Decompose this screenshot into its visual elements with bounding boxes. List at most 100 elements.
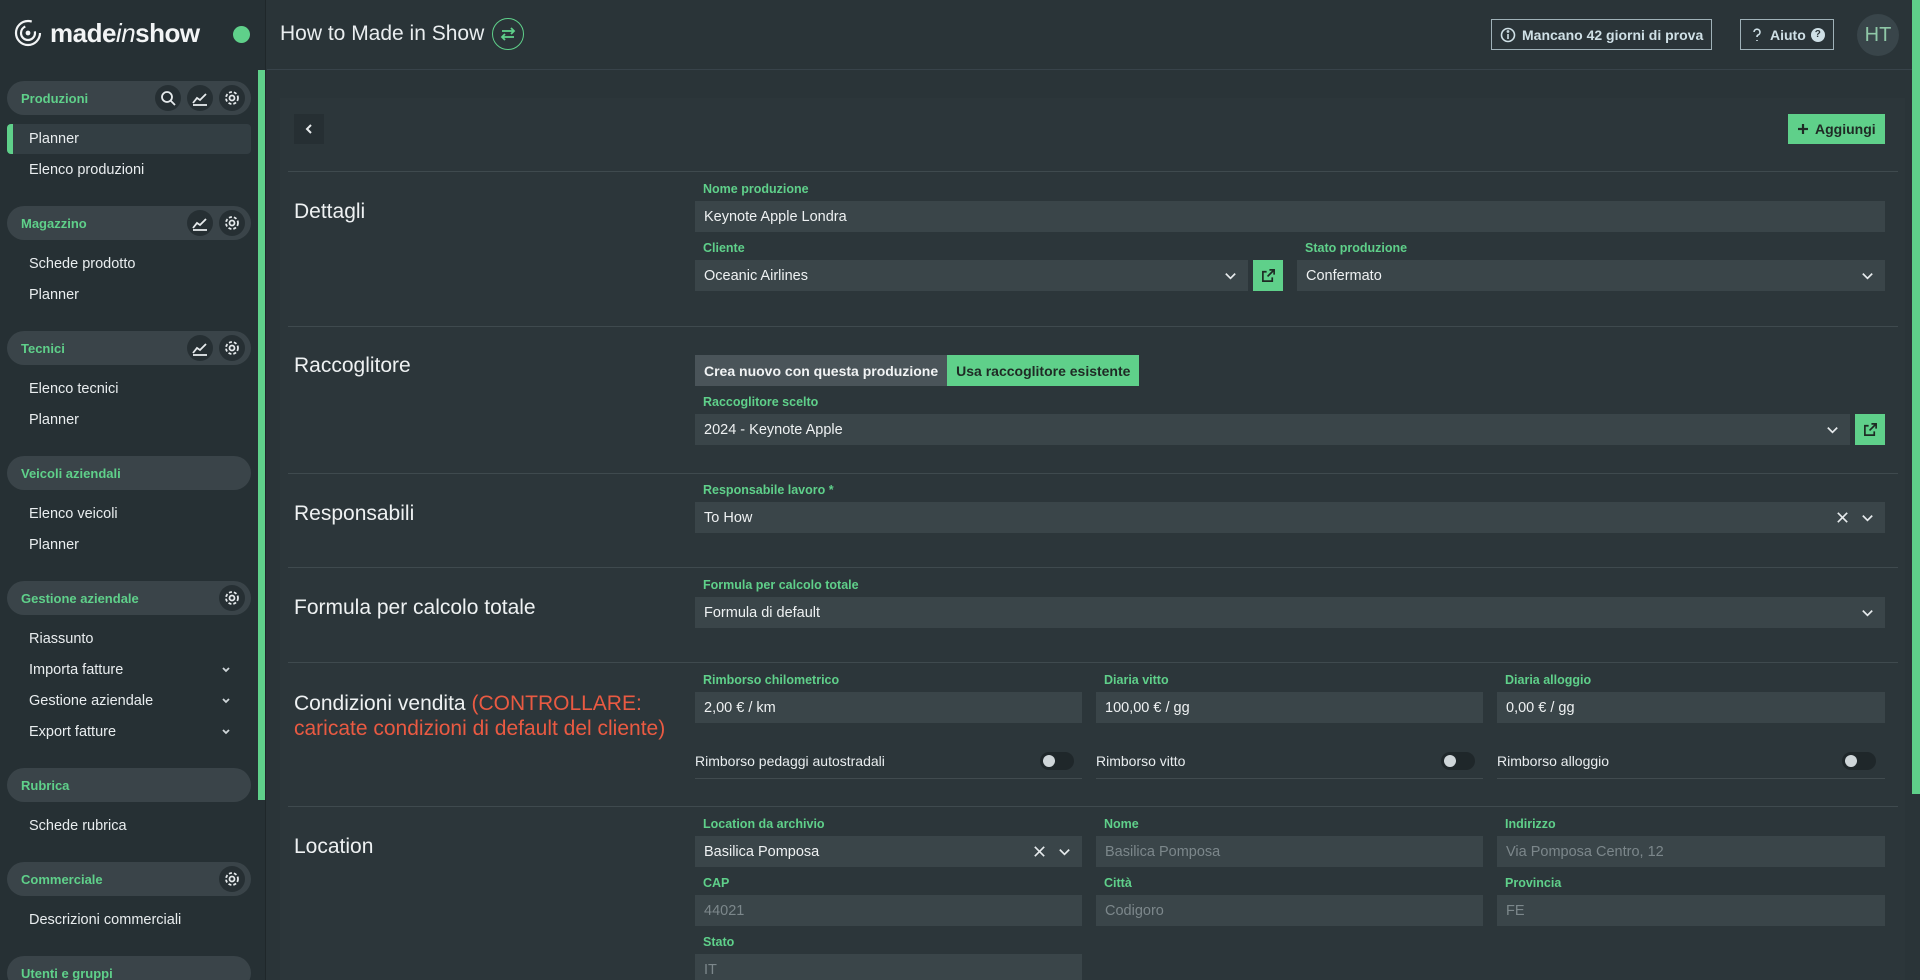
location-indirizzo-input[interactable]: Via Pomposa Centro, 12	[1497, 836, 1885, 867]
sidebar-item-planner[interactable]: Planner	[7, 124, 251, 154]
location-nome-input[interactable]: Basilica Pomposa	[1096, 836, 1483, 867]
gear-icon[interactable]	[219, 335, 245, 361]
location-archivio-label: Location da archivio	[703, 817, 825, 831]
sidebar-section-veicoli[interactable]: Veicoli aziendali	[7, 456, 251, 490]
diaria-alloggio-input[interactable]: 0,00 € / gg	[1497, 692, 1885, 723]
location-cap-input[interactable]: 44021	[695, 895, 1082, 926]
formula-select[interactable]: Formula di default	[695, 597, 1885, 628]
section-title-responsabili: Responsabili	[294, 502, 415, 525]
back-button[interactable]	[294, 114, 324, 144]
toggle-vitto[interactable]	[1441, 752, 1475, 770]
condizioni-warning-detail: caricate condizioni di default del clien…	[294, 717, 666, 740]
responsabile-lavoro-label: Responsabile lavoro *	[703, 483, 834, 497]
open-raccoglitore-button[interactable]	[1855, 414, 1885, 445]
sidebar-item-elenco-veicoli[interactable]: Elenco veicoli	[7, 499, 251, 529]
sidebar-section-magazzino[interactable]: Magazzino	[7, 206, 251, 240]
sidebar-item-planner-tecnici[interactable]: Planner	[7, 405, 251, 435]
diaria-vitto-input[interactable]: 100,00 € / gg	[1096, 692, 1483, 723]
sidebar-item-label: Importa fatture	[29, 662, 124, 678]
sidebar-item-schede-rubrica[interactable]: Schede rubrica	[7, 811, 251, 841]
avatar[interactable]: HT	[1857, 14, 1899, 56]
help-badge-icon: ?	[1810, 27, 1825, 42]
sidebar-item-importa-fatture[interactable]: Importa fatture	[7, 655, 251, 685]
crea-nuovo-option[interactable]: Crea nuovo con questa produzione	[695, 355, 948, 386]
question-icon	[1753, 27, 1761, 41]
chart-icon[interactable]	[187, 210, 213, 236]
divider	[288, 567, 1898, 568]
stato-produzione-label: Stato produzione	[1305, 241, 1408, 255]
section-title: Commerciale	[21, 871, 103, 887]
raccoglitore-scelto-label: Raccoglitore scelto	[703, 395, 819, 409]
rimborso-km-input[interactable]: 2,00 € / km	[695, 692, 1082, 723]
chevron-down-icon	[1059, 849, 1070, 856]
sidebar-item-riassunto[interactable]: Riassunto	[7, 624, 251, 654]
clear-icon[interactable]	[1835, 510, 1850, 525]
sidebar-section-gestione[interactable]: Gestione aziendale	[7, 581, 251, 615]
chart-icon[interactable]	[187, 335, 213, 361]
sidebar-item-gestione-aziendale[interactable]: Gestione aziendale	[7, 686, 251, 716]
help-label: Aiuto	[1770, 26, 1806, 43]
sidebar-section-rubrica[interactable]: Rubrica	[7, 768, 251, 802]
trial-badge[interactable]: Mancano 42 giorni di prova	[1491, 19, 1713, 50]
diaria-alloggio-label: Diaria alloggio	[1505, 673, 1592, 687]
responsabile-lavoro-select[interactable]: To How	[695, 502, 1885, 533]
add-button[interactable]: Aggiungi	[1788, 114, 1885, 144]
sidebar-item-planner-veicoli[interactable]: Planner	[7, 530, 251, 560]
usa-esistente-option[interactable]: Usa raccoglitore esistente	[947, 355, 1140, 386]
switch-workspace-button[interactable]	[492, 18, 524, 50]
trial-label: Mancano 42 giorni di prova	[1522, 26, 1704, 43]
rimborso-km-label: Rimborso chilometrico	[703, 673, 840, 687]
sidebar-section-tecnici[interactable]: Tecnici	[7, 331, 251, 365]
chevron-down-icon	[221, 663, 231, 673]
external-link-icon	[1863, 423, 1877, 436]
gear-icon[interactable]	[219, 85, 245, 111]
sidebar-section-utenti[interactable]: Utenti e gruppi	[7, 956, 251, 980]
external-link-icon	[1261, 269, 1275, 282]
section-title: Gestione aziendale	[21, 590, 139, 606]
gear-icon[interactable]	[219, 866, 245, 892]
formula-value: Formula di default	[704, 604, 821, 621]
section-title: Produzioni	[21, 90, 89, 106]
raccoglitore-scelto-select[interactable]: 2024 - Keynote Apple	[695, 414, 1850, 445]
location-stato-input[interactable]: IT	[695, 954, 1082, 980]
location-citta-input[interactable]: Codigoro	[1096, 895, 1483, 926]
search-icon[interactable]	[155, 85, 181, 111]
location-archivio-select[interactable]: Basilica Pomposa	[695, 836, 1082, 867]
stato-produzione-select[interactable]: Confermato	[1297, 260, 1885, 291]
chevron-down-icon	[221, 725, 231, 735]
sidebar-item-export-fatture[interactable]: Export fatture	[7, 717, 251, 747]
sidebar-scrollbar[interactable]	[258, 70, 265, 800]
divider	[1497, 778, 1885, 779]
chevron-down-icon	[1862, 515, 1873, 522]
open-cliente-button[interactable]	[1253, 260, 1283, 291]
section-title-condizioni: Condizioni vendita (CONTROLLARE: caricat…	[294, 691, 665, 741]
toggle-alloggio[interactable]	[1842, 752, 1876, 770]
location-provincia-input[interactable]: FE	[1497, 895, 1885, 926]
gear-icon[interactable]	[219, 210, 245, 236]
sidebar-section-produzioni[interactable]: Produzioni	[7, 81, 251, 115]
swap-icon	[500, 27, 516, 41]
clear-icon[interactable]	[1032, 844, 1047, 859]
sidebar-item-descrizioni-commerciali[interactable]: Descrizioni commerciali	[7, 905, 251, 935]
brand-logo[interactable]: madeinshow	[14, 16, 200, 50]
divider	[288, 806, 1898, 807]
sidebar-item-label: Export fatture	[29, 724, 117, 740]
cliente-select[interactable]: Oceanic Airlines	[695, 260, 1248, 291]
sidebar-item-elenco-produzioni[interactable]: Elenco produzioni	[7, 155, 251, 185]
gear-icon[interactable]	[219, 585, 245, 611]
sidebar-item-planner-magazzino[interactable]: Planner	[7, 280, 251, 310]
sidebar-item-schede-prodotto[interactable]: Schede prodotto	[7, 249, 251, 279]
nome-produzione-input[interactable]: Keynote Apple Londra	[695, 201, 1885, 232]
location-archivio-value: Basilica Pomposa	[704, 843, 820, 860]
help-button[interactable]: Aiuto ?	[1740, 19, 1834, 50]
sidebar-item-elenco-tecnici[interactable]: Elenco tecnici	[7, 374, 251, 404]
sidebar-section-commerciale[interactable]: Commerciale	[7, 862, 251, 896]
chart-icon[interactable]	[187, 85, 213, 111]
page-scrollbar[interactable]	[1912, 0, 1920, 794]
add-label: Aggiungi	[1815, 121, 1876, 137]
section-title: Magazzino	[21, 215, 87, 231]
header-bar: How to Made in Show Mancano 42 giorni di…	[267, 0, 1920, 70]
section-title-raccoglitore: Raccoglitore	[294, 354, 411, 377]
toggle-pedaggi[interactable]	[1040, 752, 1074, 770]
section-title-dettagli: Dettagli	[294, 200, 366, 223]
